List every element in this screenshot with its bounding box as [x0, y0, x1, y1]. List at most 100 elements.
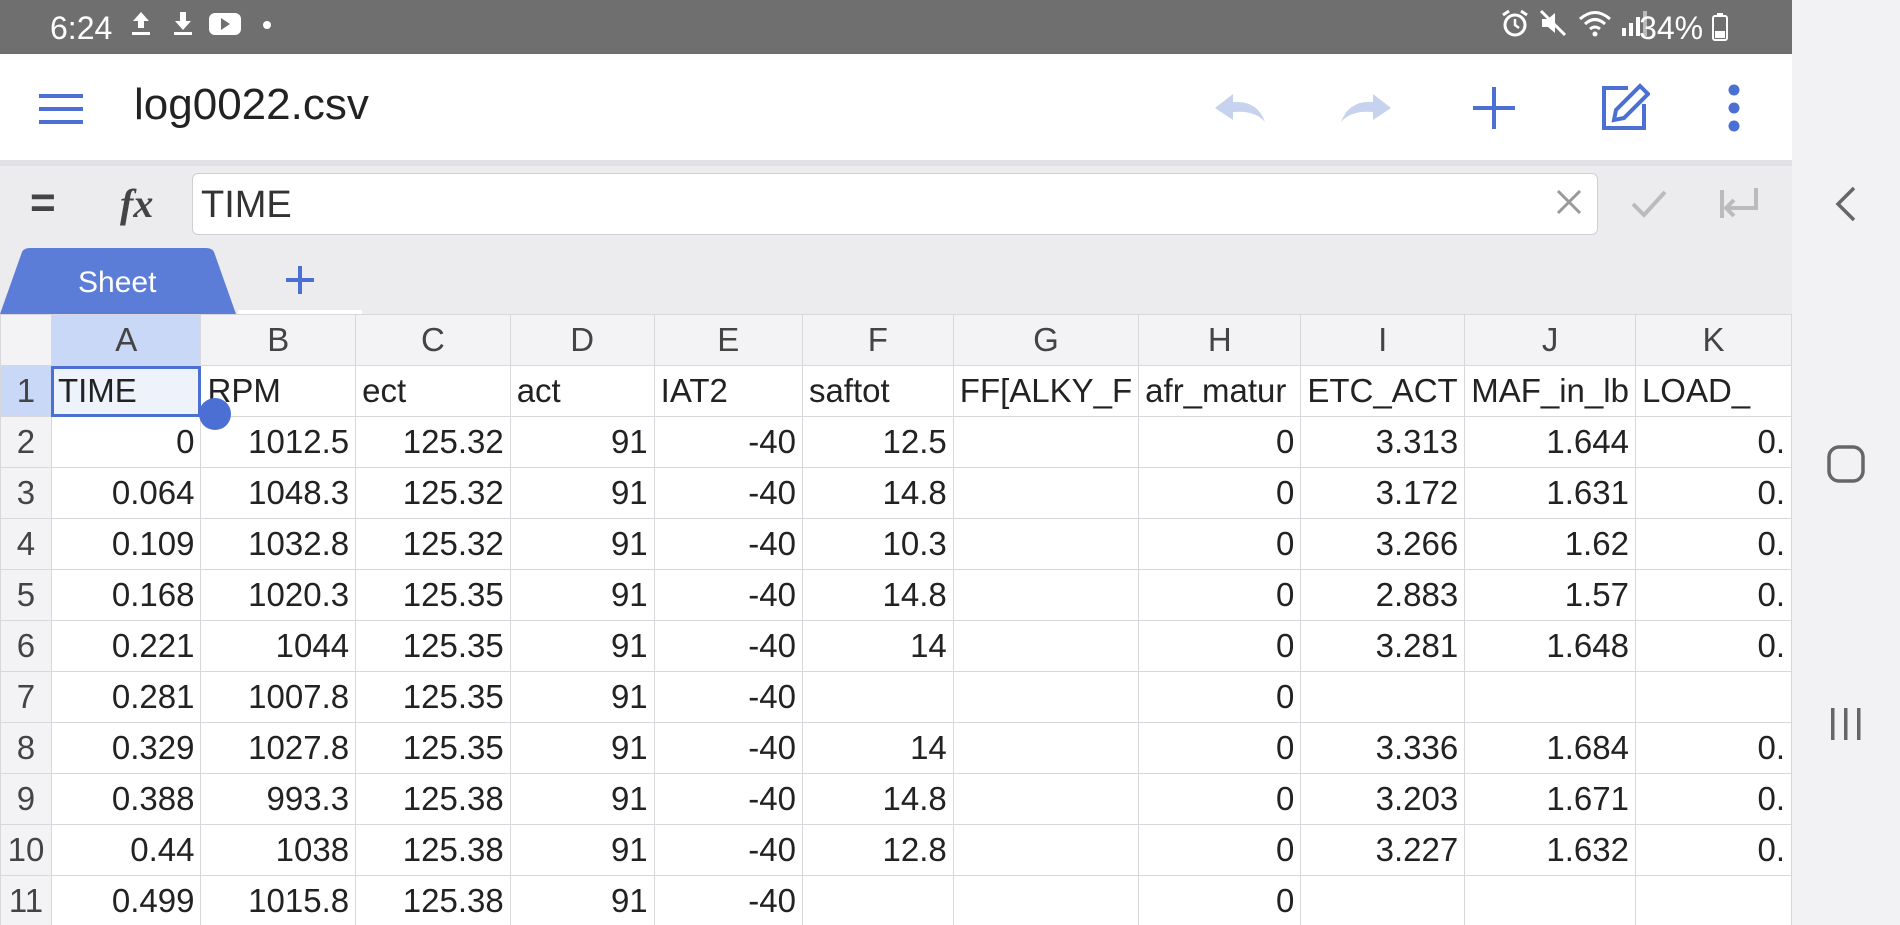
- cell[interactable]: [952, 773, 1140, 825]
- column-header-f[interactable]: F: [801, 314, 954, 366]
- cell[interactable]: 3.227: [1300, 824, 1466, 876]
- cell[interactable]: 91: [509, 569, 655, 621]
- row-header[interactable]: 3: [0, 467, 52, 519]
- clear-icon[interactable]: [1555, 188, 1583, 221]
- add-sheet-button[interactable]: [238, 254, 362, 314]
- cell[interactable]: ETC_ACT: [1300, 365, 1466, 417]
- cell[interactable]: [952, 620, 1140, 672]
- cell[interactable]: [1634, 875, 1792, 925]
- cell[interactable]: -40: [653, 773, 803, 825]
- row-header[interactable]: 11: [0, 875, 52, 925]
- cell[interactable]: 12.8: [801, 824, 954, 876]
- cell[interactable]: 0: [1138, 620, 1302, 672]
- cell[interactable]: 125.32: [355, 467, 511, 519]
- column-header-h[interactable]: H: [1138, 314, 1302, 366]
- cell[interactable]: 0: [1138, 467, 1302, 519]
- row-header[interactable]: 5: [0, 569, 52, 621]
- cell[interactable]: 1.62: [1464, 518, 1636, 570]
- cell[interactable]: [1300, 875, 1466, 925]
- cell[interactable]: 0.: [1634, 620, 1792, 672]
- cell[interactable]: 0: [1138, 569, 1302, 621]
- cell[interactable]: [952, 671, 1140, 723]
- confirm-icon[interactable]: [1630, 188, 1668, 225]
- cell[interactable]: -40: [653, 671, 803, 723]
- cell[interactable]: 0.: [1634, 416, 1792, 468]
- cell[interactable]: 0.44: [50, 824, 202, 876]
- cell[interactable]: 1015.8: [200, 875, 357, 925]
- cell[interactable]: -40: [653, 569, 803, 621]
- cell[interactable]: [952, 875, 1140, 925]
- cell[interactable]: 3.336: [1300, 722, 1466, 774]
- cell[interactable]: 0: [1138, 416, 1302, 468]
- row-header[interactable]: 7: [0, 671, 52, 723]
- home-icon[interactable]: [1822, 440, 1870, 488]
- cell[interactable]: 0.109: [50, 518, 202, 570]
- cell[interactable]: [952, 467, 1140, 519]
- cell[interactable]: afr_matur: [1138, 365, 1302, 417]
- cell[interactable]: 0.: [1634, 518, 1792, 570]
- cell[interactable]: 125.35: [355, 569, 511, 621]
- cell[interactable]: 91: [509, 671, 655, 723]
- column-header-d[interactable]: D: [509, 314, 655, 366]
- cell[interactable]: MAF_in_lb: [1464, 365, 1636, 417]
- cell[interactable]: 1020.3: [200, 569, 357, 621]
- function-button[interactable]: fx: [120, 180, 153, 227]
- cell[interactable]: 1032.8: [200, 518, 357, 570]
- cell[interactable]: 1038: [200, 824, 357, 876]
- cell[interactable]: 0.: [1634, 824, 1792, 876]
- more-icon[interactable]: [1714, 78, 1754, 138]
- cell[interactable]: 3.266: [1300, 518, 1466, 570]
- cell[interactable]: 0.221: [50, 620, 202, 672]
- cell[interactable]: saftot: [801, 365, 954, 417]
- cell[interactable]: [1464, 671, 1636, 723]
- cell[interactable]: FF[ALKY_F: [952, 365, 1140, 417]
- cell[interactable]: 125.35: [355, 722, 511, 774]
- cell[interactable]: 1027.8: [200, 722, 357, 774]
- cell[interactable]: -40: [653, 620, 803, 672]
- cell[interactable]: 0.281: [50, 671, 202, 723]
- cell[interactable]: 0.: [1634, 467, 1792, 519]
- recent-apps-icon[interactable]: [1822, 700, 1870, 748]
- cell[interactable]: 0: [1138, 773, 1302, 825]
- cell[interactable]: 1.644: [1464, 416, 1636, 468]
- cell[interactable]: 12.5: [801, 416, 954, 468]
- equals-button[interactable]: =: [30, 178, 56, 228]
- cell[interactable]: [1300, 671, 1466, 723]
- cell[interactable]: 1.648: [1464, 620, 1636, 672]
- cell[interactable]: 0.064: [50, 467, 202, 519]
- cell[interactable]: 91: [509, 773, 655, 825]
- cell[interactable]: 0: [1138, 671, 1302, 723]
- cell[interactable]: 91: [509, 467, 655, 519]
- cell[interactable]: [801, 875, 954, 925]
- cell[interactable]: IAT2: [653, 365, 803, 417]
- selection-handle[interactable]: [199, 398, 231, 430]
- cell[interactable]: 3.203: [1300, 773, 1466, 825]
- select-all-corner[interactable]: [0, 314, 52, 366]
- cell[interactable]: 3.172: [1300, 467, 1466, 519]
- enter-icon[interactable]: [1720, 186, 1762, 225]
- cell[interactable]: 14: [801, 722, 954, 774]
- cell[interactable]: 0.329: [50, 722, 202, 774]
- cell[interactable]: [952, 824, 1140, 876]
- cell[interactable]: 993.3: [200, 773, 357, 825]
- cell[interactable]: -40: [653, 467, 803, 519]
- cell[interactable]: 0.: [1634, 773, 1792, 825]
- cell[interactable]: -40: [653, 875, 803, 925]
- cell[interactable]: 0.: [1634, 722, 1792, 774]
- column-header-b[interactable]: B: [200, 314, 357, 366]
- cell[interactable]: 1.684: [1464, 722, 1636, 774]
- cell[interactable]: 14.8: [801, 569, 954, 621]
- cell[interactable]: [801, 671, 954, 723]
- row-header[interactable]: 8: [0, 722, 52, 774]
- cell[interactable]: 125.32: [355, 518, 511, 570]
- column-header-i[interactable]: I: [1300, 314, 1466, 366]
- menu-icon[interactable]: [36, 84, 86, 134]
- cell[interactable]: 0: [1138, 518, 1302, 570]
- cell[interactable]: 10.3: [801, 518, 954, 570]
- cell[interactable]: 1044: [200, 620, 357, 672]
- cell[interactable]: 91: [509, 722, 655, 774]
- cell[interactable]: 0: [50, 416, 202, 468]
- cell[interactable]: 91: [509, 518, 655, 570]
- cell[interactable]: [1634, 671, 1792, 723]
- cell[interactable]: 1.631: [1464, 467, 1636, 519]
